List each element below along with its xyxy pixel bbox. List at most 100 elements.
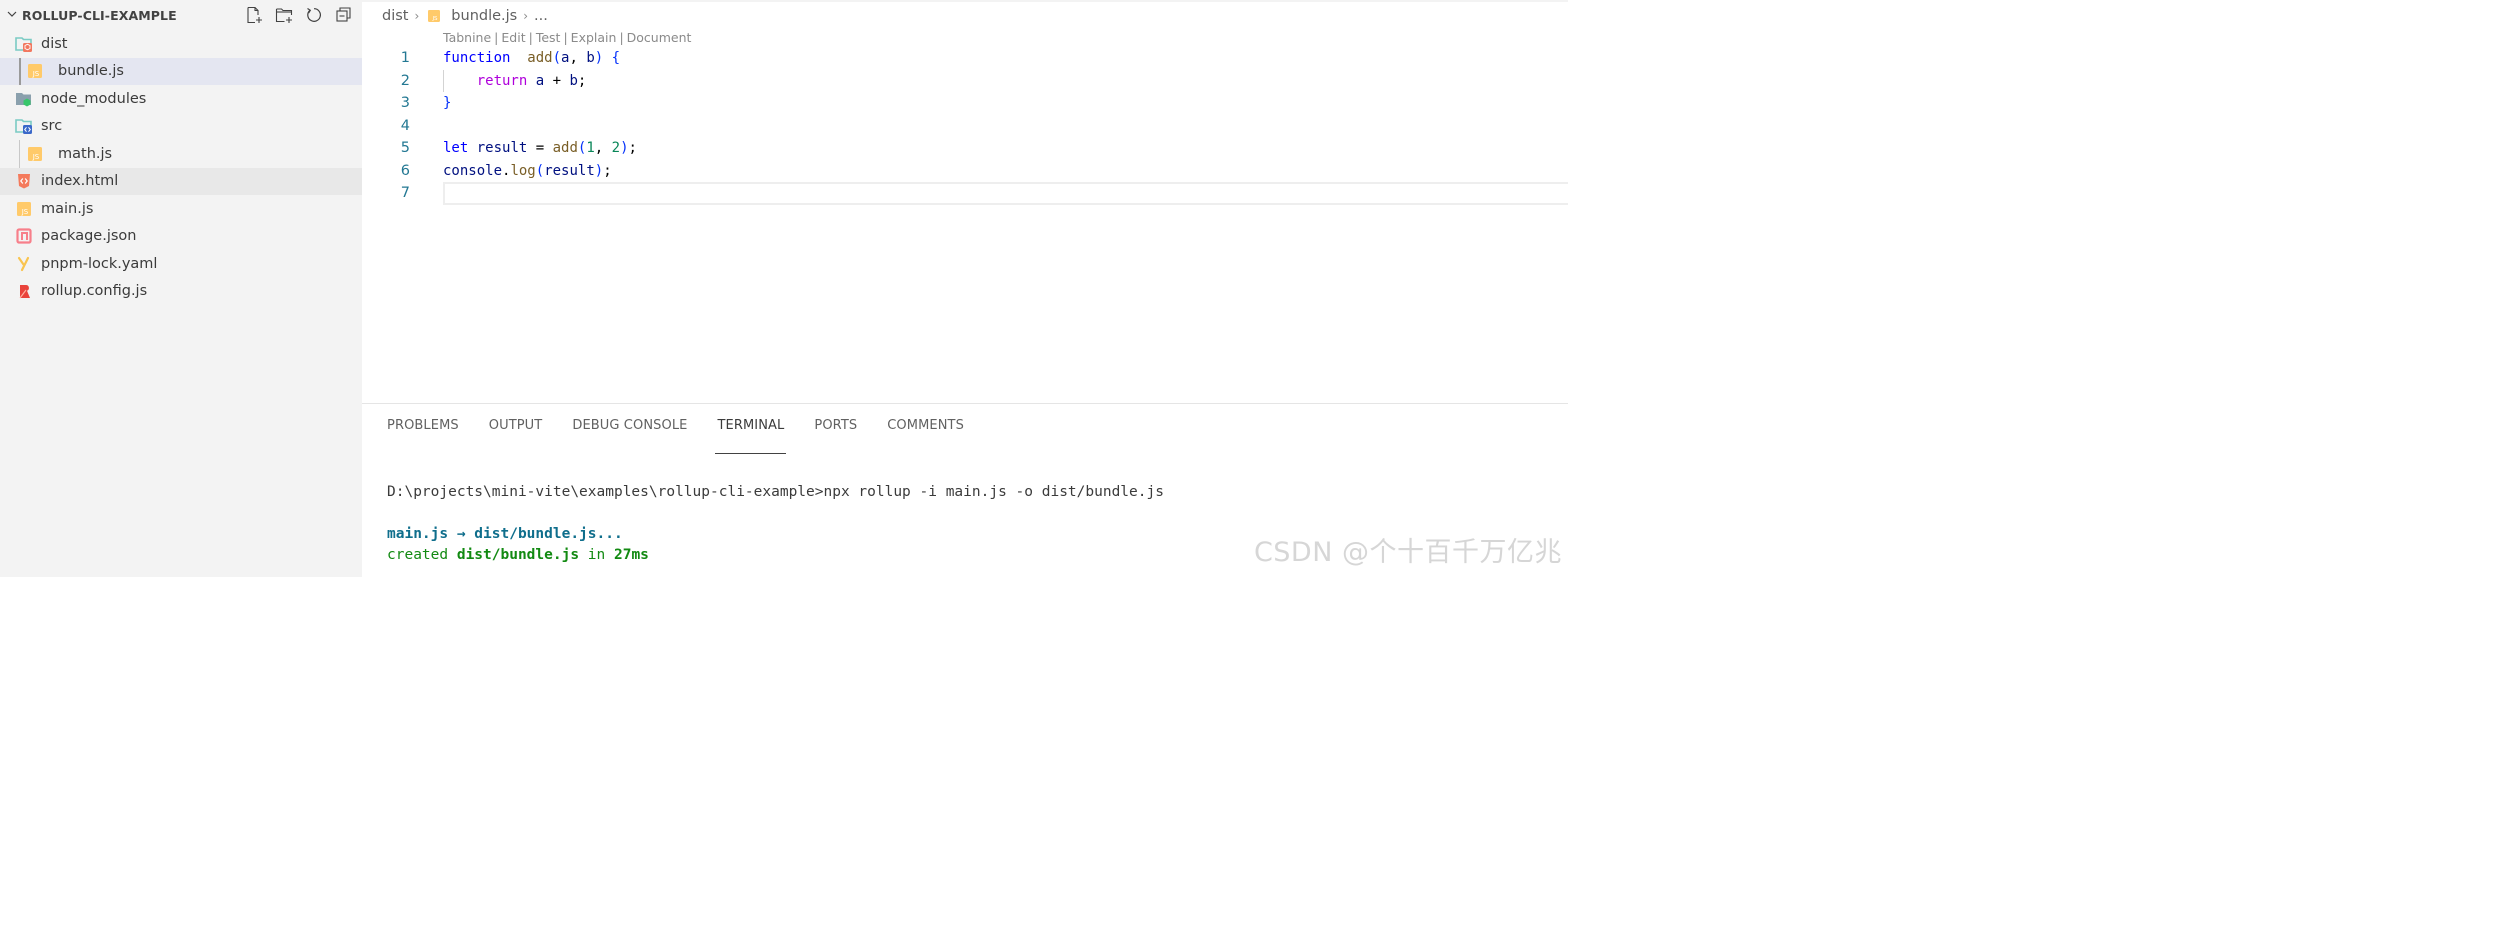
indent-guide [19,140,20,168]
tree-item-label: main.js [41,200,94,217]
codelens-test[interactable]: Test [536,30,561,45]
tab-strip-edge [362,0,1568,2]
chevron-down-icon[interactable] [6,8,18,23]
code-token: let [443,140,469,157]
breadcrumb-folder[interactable]: dist [382,8,408,24]
code-token: ( [535,162,545,179]
file-tree: dist JS bundle.js node_modules src JS ma… [0,30,362,305]
code-token: { [611,50,621,67]
code-token: ; [577,72,587,89]
code-token: result [476,140,528,157]
tree-item-src[interactable]: src [0,113,362,141]
indent-guide [19,57,21,85]
code-line[interactable]: 2 return a + b; [362,69,1568,92]
js-file-icon: JS [427,9,441,23]
svg-text:JS: JS [32,153,40,161]
tree-item-node-modules[interactable]: node_modules [0,85,362,113]
refresh-button[interactable] [303,5,324,26]
line-content: function add(a, b) { [443,50,620,66]
tree-item-label: package.json [41,228,137,245]
collapse-all-button[interactable] [333,5,354,26]
npm-file-icon [15,227,33,245]
terminal-command-line: D:\projects\mini-vite\examples\rollup-cl… [387,484,1164,500]
code-token: b [569,72,578,89]
tree-item-bundle-js[interactable]: JS bundle.js [0,57,362,85]
code-token: b [586,50,595,67]
html-file-icon [15,172,33,190]
current-line-highlight [443,182,1568,205]
tree-item-label: rollup.config.js [41,283,148,300]
tab-ports[interactable]: PORTS [814,418,857,440]
folder-node-icon [15,90,33,108]
codelens-explain[interactable]: Explain [571,30,617,45]
code-line[interactable]: 5 let result = add(1, 2); [362,137,1568,160]
yaml-file-icon [15,255,33,273]
terminal-output[interactable]: D:\projects\mini-vite\examples\rollup-cl… [387,484,1164,568]
tree-item-pnpm-lock-yaml[interactable]: pnpm-lock.yaml [0,250,362,278]
terminal-bundle-line: main.js → dist/bundle.js... [387,526,623,542]
tab-problems[interactable]: PROBLEMS [387,418,459,440]
new-folder-button[interactable] [273,5,294,26]
tab-comments[interactable]: COMMENTS [887,418,964,440]
codelens-document[interactable]: Document [627,30,692,45]
code-line[interactable]: 1 function add(a, b) { [362,47,1568,70]
tree-item-label: dist [41,35,68,52]
code-line[interactable]: 3} [362,92,1568,115]
new-file-button[interactable] [243,5,264,26]
tree-item-label: src [41,118,63,135]
code-token: + [544,72,570,89]
code-token: ) [594,162,604,179]
line-content: console.log(result); [443,163,612,179]
codelens-tabnine[interactable]: Tabnine [443,30,491,45]
tab-output[interactable]: OUTPUT [489,418,543,440]
refresh-icon [306,7,321,22]
tree-item-label: pnpm-lock.yaml [41,255,158,272]
line-number: 5 [400,140,410,157]
breadcrumb-symbol[interactable]: ... [534,8,548,24]
svg-text:JS: JS [21,208,29,216]
tree-item-label: bundle.js [58,63,124,80]
code-line[interactable]: 6 console.log(result); [362,160,1568,183]
code-token: 2 [611,140,621,157]
line-content: let result = add(1, 2); [443,140,637,156]
tree-item-package-json[interactable]: package.json [0,223,362,251]
breadcrumb-file[interactable]: bundle.js [451,8,517,24]
code-lines[interactable]: 1 function add(a, b) {2 return a + b; 3} 4 5… [362,47,1568,205]
tree-item-dist[interactable]: dist [0,30,362,58]
code-token: ; [603,162,612,179]
code-token: } [443,95,452,112]
code-line[interactable]: 4 [362,115,1568,138]
tree-item-math-js[interactable]: JS math.js [0,140,362,168]
js-file-icon: JS [26,62,44,80]
tree-item-index-html[interactable]: index.html [0,167,362,195]
explorer-actions [243,5,362,26]
tree-item-main-js[interactable]: JS main.js [0,195,362,223]
code-token: add [552,140,578,157]
code-token: ( [552,50,562,67]
codelens-edit[interactable]: Edit [501,30,525,45]
tab-debug-console[interactable]: DEBUG CONSOLE [572,418,687,440]
svg-text:JS: JS [432,16,439,22]
code-editor[interactable]: dist › JS bundle.js › ... Tabnine | Edit | T… [362,0,1568,403]
folder-src-icon [15,117,33,135]
tree-item-label: index.html [41,173,119,190]
watermark: CSDN @个十百千万亿兆 [1253,537,1562,568]
code-line[interactable]: 7 [362,182,1568,205]
tree-item-rollup-config-js[interactable]: rollup.config.js [0,278,362,306]
code-token: function [443,50,511,67]
tab-terminal[interactable]: TERMINAL [715,418,787,454]
code-token: ) [620,140,629,157]
code-token: console [443,162,503,179]
rollup-file-icon [15,282,33,300]
tabnine-codelens: Tabnine | Edit | Test | Explain | Document [443,30,692,45]
svg-text:JS: JS [32,70,40,78]
explorer-header[interactable]: ROLLUP-CLI-EXAMPLE [0,0,362,30]
tree-item-label: math.js [58,145,113,162]
chevron-right-icon: › [523,9,529,23]
line-number: 7 [400,185,410,202]
code-token: , [569,50,587,67]
